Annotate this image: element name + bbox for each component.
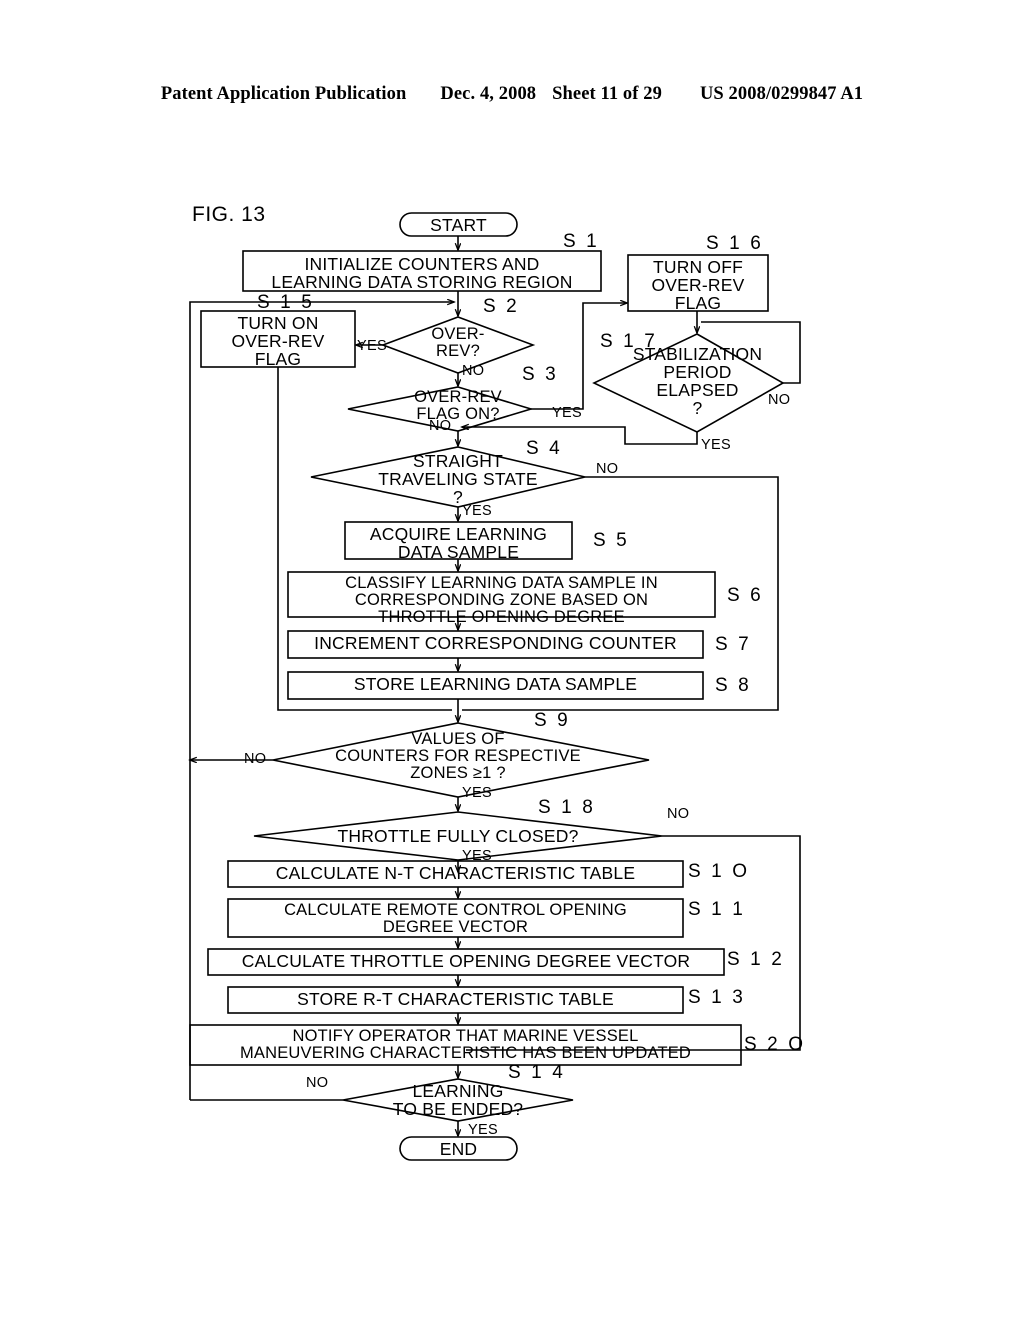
branch-s14-no: NO: [306, 1075, 329, 1091]
box-s13: [227, 986, 684, 1014]
step-ref-s11: S 1 1: [688, 899, 746, 920]
branch-s14-yes: YES: [468, 1122, 498, 1138]
branch-s18-yes: YES: [462, 848, 492, 864]
box-s1: [242, 250, 602, 292]
step-ref-s1: S 1: [563, 231, 600, 252]
figure-label: FIG. 13: [192, 203, 266, 226]
box-s12: [207, 948, 725, 976]
step-ref-s12: S 1 2: [727, 949, 785, 970]
branch-s9-no: NO: [244, 751, 267, 767]
flowchart-figure: FIG. 13 START END INITIALIZE COUNTERS AN…: [0, 0, 1024, 1320]
box-s7: [287, 630, 704, 659]
step-ref-s18: S 1 8: [538, 797, 596, 818]
branch-s17-yes: YES: [701, 437, 731, 453]
step-ref-s9: S 9: [534, 710, 571, 731]
diamond-s2: [380, 316, 536, 374]
branch-s18-no: NO: [667, 806, 690, 822]
step-ref-s2: S 2: [483, 296, 520, 317]
diamond-s9: [272, 722, 650, 798]
step-ref-s8: S 8: [715, 675, 752, 696]
box-s15: [200, 310, 356, 368]
branch-s3-no: NO: [429, 418, 452, 434]
branch-s2-yes: YES: [357, 338, 387, 354]
step-ref-s15: S 1 5: [257, 292, 315, 313]
step-ref-s13: S 1 3: [688, 987, 746, 1008]
diamond-s18: [253, 811, 663, 861]
branch-s3-yes: YES: [552, 405, 582, 421]
step-ref-s7: S 7: [715, 634, 752, 655]
terminal-end: [399, 1136, 518, 1161]
step-ref-s16: S 1 6: [706, 233, 764, 254]
box-s16: [627, 254, 769, 312]
branch-s4-yes: YES: [462, 503, 492, 519]
branch-s17-no: NO: [768, 392, 791, 408]
step-ref-s4: S 4: [526, 438, 563, 459]
step-ref-s14: S 1 4: [508, 1062, 566, 1083]
box-s11: [227, 898, 684, 938]
rail-s17-yes-to-s3no: [462, 427, 698, 445]
diamond-s14: [342, 1078, 574, 1122]
step-ref-s5: S 5: [593, 530, 630, 551]
step-ref-s3: S 3: [522, 364, 559, 385]
step-ref-s6: S 6: [727, 585, 764, 606]
box-s6: [287, 571, 716, 618]
step-ref-s20: S 2 O: [744, 1034, 806, 1055]
rail-s18-no-to-s14: [466, 835, 801, 1051]
box-s10: [227, 860, 684, 888]
step-ref-s10: S 1 O: [688, 861, 750, 882]
rail-s17-no: [701, 321, 801, 384]
box-s8: [287, 671, 704, 700]
rail-s3-yes-to-s16: [531, 303, 627, 410]
box-s5: [344, 521, 573, 560]
flowchart-svg: [0, 212, 801, 1161]
terminal-start: [399, 212, 518, 237]
branch-s2-no: NO: [462, 363, 485, 379]
branch-s4-no: NO: [596, 461, 619, 477]
branch-s9-yes: YES: [462, 785, 492, 801]
box-s20: [189, 1024, 742, 1066]
step-ref-s17: S 1 7: [600, 331, 658, 352]
